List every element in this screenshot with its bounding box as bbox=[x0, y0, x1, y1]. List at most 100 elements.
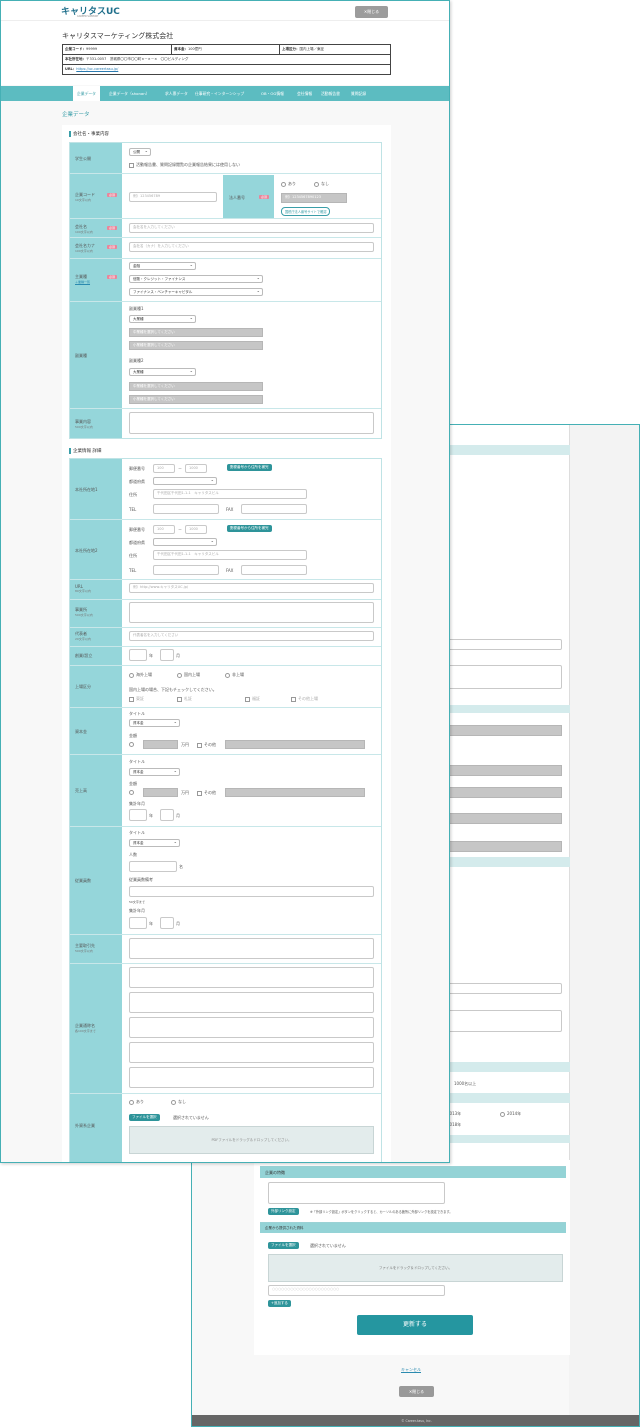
company-url-link[interactable]: https://uc.careertasu.jp/ bbox=[76, 67, 118, 71]
addr-input[interactable]: 千代田区千代田1-1-1 キャリタスビル bbox=[153, 550, 307, 560]
month-label: 月 bbox=[176, 813, 180, 818]
sales-year-input[interactable] bbox=[129, 809, 147, 821]
employees-title-select[interactable]: 資本金 bbox=[129, 839, 180, 847]
tab-2[interactable]: 企業データ（shonan） bbox=[105, 86, 153, 101]
office-textarea[interactable] bbox=[129, 602, 374, 623]
note-text: 1000名以上 bbox=[454, 1081, 477, 1086]
zip-lookup-button[interactable]: 郵便番号から住所を補完 bbox=[227, 525, 272, 532]
drop-zone[interactable]: ファイルをドラッグ＆ドロップしてください。 bbox=[268, 1254, 563, 1282]
url-input[interactable]: 例）http://www.キャリタスUC.jp/ bbox=[129, 583, 374, 593]
trade-name-1[interactable] bbox=[129, 967, 374, 988]
tab-3[interactable]: 求人票データ bbox=[161, 86, 192, 101]
sub2-small-select: 小業種を選択してください bbox=[129, 395, 263, 404]
business-textarea[interactable] bbox=[129, 412, 374, 434]
code-input[interactable]: 例）123456789 bbox=[129, 192, 217, 202]
kana-label: 会社名カナ 100文字以内 bbox=[75, 243, 95, 253]
update-button[interactable]: 更新する bbox=[357, 1315, 473, 1335]
market-sse-check[interactable]: 札証 bbox=[177, 696, 192, 702]
industry-select-3[interactable]: ファイナンス・ベンチャーキャピタル bbox=[129, 288, 263, 296]
tab-8[interactable]: 質問記録 bbox=[347, 86, 370, 101]
capital-label: 資本金 bbox=[75, 729, 87, 734]
fax-input[interactable] bbox=[241, 504, 307, 514]
other-check[interactable]: その他 bbox=[197, 742, 216, 748]
amount-radio[interactable] bbox=[129, 742, 134, 747]
external-link-button[interactable]: 外部リンク設定 bbox=[268, 1208, 299, 1215]
employees-note-input[interactable] bbox=[129, 886, 374, 897]
industry-select-1[interactable]: 金融 bbox=[129, 262, 196, 270]
employees-count-input[interactable] bbox=[129, 861, 177, 872]
corp-no-radio[interactable]: なし bbox=[314, 181, 329, 187]
row-divider bbox=[70, 519, 381, 520]
trade-name-5[interactable] bbox=[129, 1067, 374, 1088]
drop-zone[interactable]: PDFファイルをドラッグ＆ドロップしてください。 bbox=[129, 1126, 374, 1154]
people-label: 人数 bbox=[129, 852, 137, 857]
sales-title-select[interactable]: 資本金 bbox=[129, 768, 180, 776]
tab-1[interactable]: 企業データ bbox=[73, 86, 100, 101]
market-other-check[interactable]: その他上場 bbox=[291, 696, 318, 702]
foreign-yes-radio[interactable]: あり bbox=[129, 1099, 144, 1105]
sub1-large-select[interactable]: 大業種 bbox=[129, 315, 196, 323]
sub1-middle-select: 中業種を選択してください bbox=[129, 328, 263, 337]
tel-label: TEL bbox=[129, 507, 137, 512]
title-label: タイトル bbox=[129, 830, 145, 835]
tab-6[interactable]: 会社情報 bbox=[293, 86, 316, 101]
policy-textarea[interactable] bbox=[268, 1182, 445, 1204]
pref-select[interactable] bbox=[153, 538, 217, 546]
listing-domestic-radio[interactable]: 国内上場 bbox=[177, 672, 200, 678]
pref-select[interactable] bbox=[153, 477, 217, 485]
cancel-link[interactable]: キャンセル bbox=[401, 1367, 421, 1373]
file-select-button[interactable]: ファイルを選択 bbox=[268, 1242, 299, 1249]
row-divider bbox=[70, 826, 381, 827]
page-margin bbox=[569, 425, 639, 1415]
trade-name-2[interactable] bbox=[129, 992, 374, 1013]
fax-input[interactable] bbox=[241, 565, 307, 575]
student-select[interactable]: 公開 bbox=[129, 148, 151, 156]
industry-select-2[interactable]: 信販・クレジット・ファイナンス bbox=[129, 275, 263, 283]
trade-name-3[interactable] bbox=[129, 1017, 374, 1038]
sub2-large-select[interactable]: 大業種 bbox=[129, 368, 196, 376]
foreign-label: 外資系企業 bbox=[75, 1123, 95, 1128]
company-kana-input[interactable]: 会社名（カナ）を入力してください bbox=[129, 242, 374, 252]
amount-radio[interactable] bbox=[129, 790, 134, 795]
sales-month-input[interactable] bbox=[160, 809, 174, 821]
file-name-input[interactable]: ○○○○○○○○○○○○○○○○○○○○○○ bbox=[268, 1285, 445, 1296]
year-option[interactable]: 2014年 bbox=[500, 1111, 521, 1117]
tab-5[interactable]: OB・OG情報 bbox=[257, 86, 288, 101]
file-select-button[interactable]: ファイルを選択 bbox=[129, 1114, 160, 1121]
foreign-no-radio[interactable]: なし bbox=[171, 1099, 186, 1105]
zip1-input[interactable]: 100 bbox=[153, 525, 175, 534]
listing-overseas-radio[interactable]: 海外上場 bbox=[129, 672, 152, 678]
listing-none-radio[interactable]: 非上場 bbox=[225, 672, 244, 678]
tel-input[interactable] bbox=[153, 504, 219, 514]
add-button[interactable]: +追加する bbox=[268, 1300, 291, 1307]
company-info-table: 企業コード：99999 資本金：100億円 上場区分：国内上場／東証 本社所在地… bbox=[62, 44, 391, 75]
company-name-input[interactable]: 会社名を入力してください bbox=[129, 223, 374, 233]
zip2-input[interactable]: 1000 bbox=[185, 464, 207, 473]
zip-lookup-button[interactable]: 郵便番号から住所を補完 bbox=[227, 464, 272, 471]
capital-title-select[interactable]: 資本金 bbox=[129, 719, 180, 727]
zip1-input[interactable]: 100 bbox=[153, 464, 175, 473]
rep-input[interactable]: 代表者名を入力してください bbox=[129, 631, 374, 641]
close-button[interactable]: ✕閉じる bbox=[355, 6, 388, 18]
zip2-input[interactable]: 1000 bbox=[185, 525, 207, 534]
student-checkbox[interactable] bbox=[129, 162, 134, 168]
tab-7[interactable]: 活動報告書 bbox=[317, 86, 344, 101]
corp-check-button[interactable]: 国税庁法人番号サイトで確認 bbox=[281, 207, 331, 216]
employees-month-input[interactable] bbox=[160, 917, 174, 929]
trade-name-4[interactable] bbox=[129, 1042, 374, 1063]
corp-yes-radio[interactable]: あり bbox=[281, 181, 296, 187]
fax-label: FAX bbox=[226, 507, 234, 512]
employees-year-input[interactable] bbox=[129, 917, 147, 929]
market-fse-check[interactable]: 福証 bbox=[245, 696, 260, 702]
student-label: 学生公開 bbox=[75, 156, 91, 161]
tel-input[interactable] bbox=[153, 565, 219, 575]
close-button[interactable]: ✕閉じる bbox=[399, 1386, 434, 1397]
addr-input[interactable]: 千代田区千代田1-1-1 キャリタスビル bbox=[153, 489, 307, 499]
market-tse-check[interactable]: 東証 bbox=[129, 696, 144, 702]
founded-year-input[interactable] bbox=[129, 649, 147, 661]
founded-month-input[interactable] bbox=[160, 649, 174, 661]
bank-textarea[interactable] bbox=[129, 938, 374, 959]
other-check[interactable]: その他 bbox=[197, 790, 216, 796]
industry-list-link[interactable]: ＋業種一覧 bbox=[75, 280, 90, 284]
tab-4[interactable]: 仕事研究・インターンシップ bbox=[191, 86, 248, 101]
